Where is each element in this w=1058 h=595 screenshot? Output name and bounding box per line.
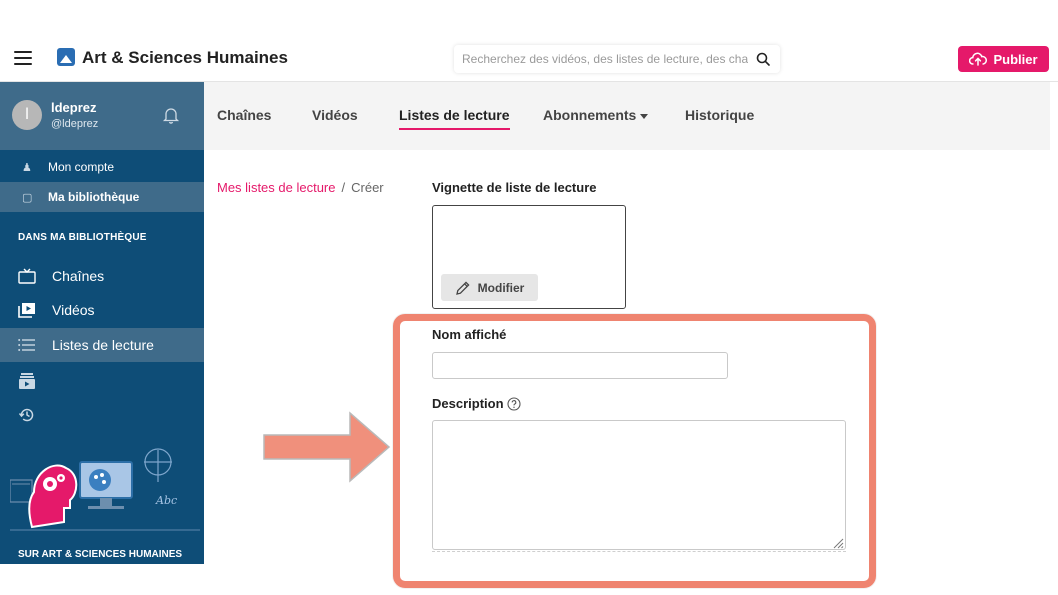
- divider: [432, 551, 846, 552]
- svg-text:Abc: Abc: [155, 494, 177, 507]
- description-textarea[interactable]: [432, 420, 846, 550]
- modify-label: Modifier: [477, 280, 525, 295]
- tab-playlists[interactable]: Listes de lecture: [399, 107, 510, 130]
- brain-illustration-icon: Abc: [10, 448, 200, 531]
- top-bar: Art & Sciences Humaines Publier: [0, 36, 1058, 82]
- sidebar-item-playlists[interactable]: Listes de lecture: [0, 328, 204, 362]
- library-icon: ▢: [22, 191, 33, 204]
- sidebar-item-channels[interactable]: Chaînes: [0, 259, 204, 293]
- video-library-icon: [18, 303, 35, 318]
- display-name-input[interactable]: [432, 352, 728, 379]
- search-input[interactable]: [462, 49, 748, 69]
- help-icon[interactable]: [507, 397, 521, 411]
- sidebar-item-label: Chaînes: [52, 268, 105, 284]
- sidebar-item-label: Mon compte: [48, 160, 115, 174]
- sidebar: l ldeprez @ldeprez ♟ Mon compte ▢ Ma bib…: [0, 82, 204, 564]
- description-label: Description: [432, 396, 504, 411]
- tv-icon: [18, 268, 36, 284]
- name-label: Nom affiché: [432, 327, 507, 342]
- section-label-site: SUR ART & SCIENCES HUMAINES: [18, 549, 183, 560]
- sidebar-item-label: Ma bibliothèque: [48, 190, 140, 204]
- tab-subscriptions[interactable]: Abonnements: [543, 107, 649, 123]
- caret-down-icon: [640, 113, 649, 119]
- tab-bar: Chaînes Vidéos Listes de lecture Abonnem…: [204, 82, 1050, 150]
- bell-icon[interactable]: [162, 106, 180, 124]
- resize-handle-icon[interactable]: [832, 537, 844, 549]
- pencil-icon: [455, 280, 470, 295]
- tab-videos[interactable]: Vidéos: [312, 107, 358, 123]
- subscriptions-icon[interactable]: [18, 372, 36, 390]
- sidebar-item-label: Listes de lecture: [52, 337, 154, 353]
- sidebar-item-label: Vidéos: [52, 302, 95, 318]
- page: Art & Sciences Humaines Publier l ldepre…: [0, 0, 1058, 595]
- tab-history[interactable]: Historique: [685, 107, 754, 123]
- brand-title[interactable]: Art & Sciences Humaines: [82, 48, 288, 68]
- search-icon[interactable]: [756, 52, 770, 66]
- section-label-library: DANS MA BIBLIOTHÈQUE: [18, 232, 147, 243]
- modify-button[interactable]: Modifier: [441, 274, 538, 301]
- avatar[interactable]: l: [12, 100, 42, 130]
- arrow-right-icon: [263, 411, 391, 483]
- thumbnail-label: Vignette de liste de lecture: [432, 180, 597, 195]
- breadcrumb-current: Créer: [351, 180, 384, 195]
- user-handle: @ldeprez: [51, 118, 99, 130]
- breadcrumb: Mes listes de lecture / Créer: [217, 180, 384, 195]
- tab-label: Abonnements: [543, 107, 637, 123]
- sidebar-item-library[interactable]: ▢ Ma bibliothèque: [0, 182, 204, 212]
- user-name: ldeprez: [51, 100, 97, 115]
- publish-button[interactable]: Publier: [958, 46, 1049, 72]
- breadcrumb-link[interactable]: Mes listes de lecture: [217, 180, 336, 195]
- sidebar-item-videos[interactable]: Vidéos: [0, 293, 204, 327]
- publish-label: Publier: [993, 51, 1038, 67]
- user-icon: ♟: [22, 161, 32, 174]
- breadcrumb-separator: /: [341, 180, 346, 195]
- menu-icon[interactable]: [14, 51, 32, 65]
- user-block: l ldeprez @ldeprez: [0, 82, 204, 150]
- search-box[interactable]: [454, 45, 780, 73]
- thumbnail-preview: Modifier: [432, 205, 626, 309]
- history-icon[interactable]: [18, 406, 36, 424]
- sidebar-item-account[interactable]: ♟ Mon compte: [0, 152, 204, 182]
- cloud-upload-icon: [969, 52, 988, 66]
- logo-icon[interactable]: [57, 48, 75, 66]
- list-icon: [18, 339, 35, 351]
- tab-channels[interactable]: Chaînes: [217, 107, 271, 123]
